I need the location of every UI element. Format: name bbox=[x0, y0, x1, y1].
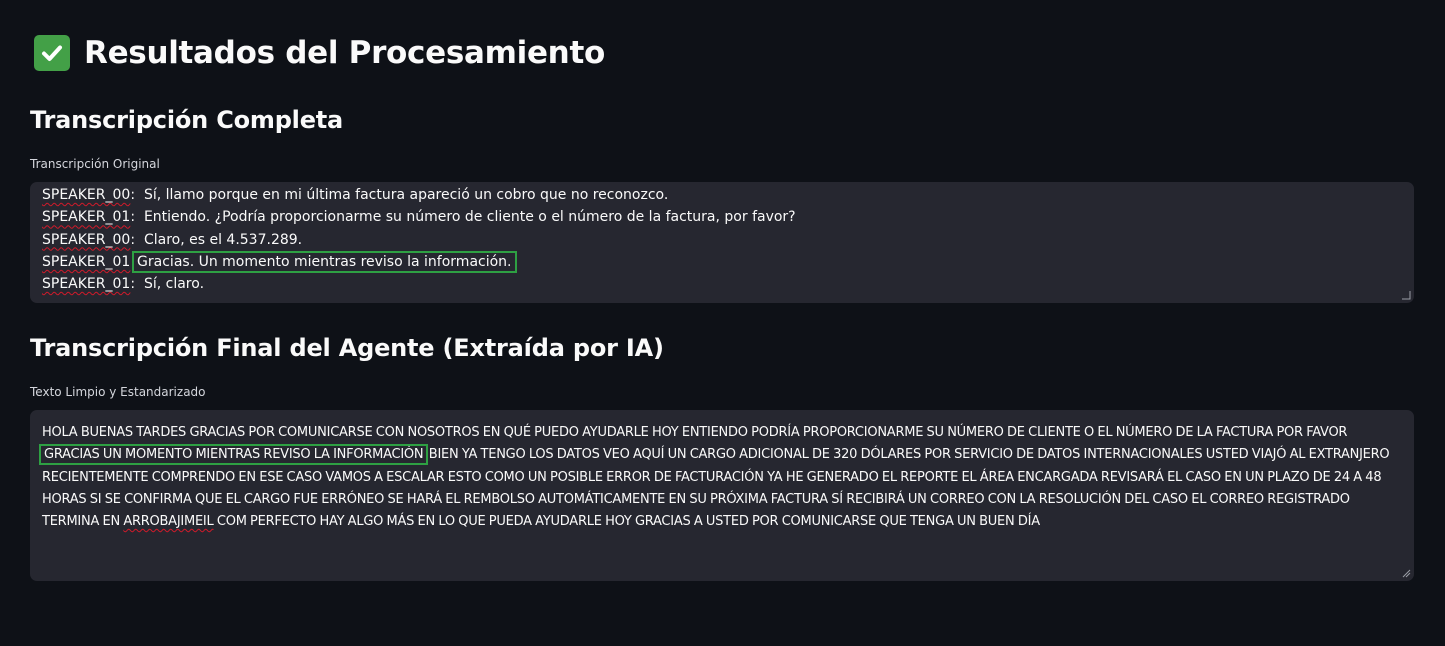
transcript-line-text: Entiendo. ¿Podría proporcionarme su núme… bbox=[143, 209, 796, 226]
speaker-label: SPEAKER_01 bbox=[42, 209, 131, 226]
speaker-label: SPEAKER_01 bbox=[42, 276, 131, 293]
agent-text-part: COM PERFECTO HAY ALGO MÁS EN LO QUE PUED… bbox=[213, 514, 1040, 530]
transcript-line-text: Sí, claro. bbox=[143, 276, 205, 293]
resize-handle-icon[interactable] bbox=[1401, 290, 1411, 300]
speaker-label: SPEAKER_01 bbox=[42, 253, 131, 270]
highlighted-transcript-text: Gracias. Un momento mientras reviso la i… bbox=[132, 250, 517, 273]
agent-field-label: Texto Limpio y Estandarizado bbox=[30, 385, 206, 399]
transcript-line-text: Claro, es el 4.537.289. bbox=[143, 231, 303, 248]
misspelled-word: ARROBAJIMEIL bbox=[123, 514, 214, 530]
transcript-line: SPEAKER_01: Gracias. Un momento mientras … bbox=[42, 250, 1402, 273]
transcript-line: SPEAKER_01: Entiendo. ¿Podría proporcion… bbox=[42, 206, 1402, 228]
original-transcription-textarea[interactable]: SPEAKER_00: Sí, llamo porque en mi últim… bbox=[30, 182, 1414, 303]
transcript-line: SPEAKER_00: Claro, es el 4.537.289. bbox=[42, 229, 1402, 251]
transcription-field-label: Transcripción Original bbox=[30, 157, 160, 171]
page-title-text: Resultados del Procesamiento bbox=[84, 35, 605, 71]
speaker-label: SPEAKER_00 bbox=[42, 187, 131, 203]
agent-clean-text-textarea[interactable]: HOLA BUENAS TARDES GRACIAS POR COMUNICAR… bbox=[30, 410, 1414, 581]
page-title: Resultados del Procesamiento bbox=[34, 30, 605, 76]
resize-handle-icon[interactable] bbox=[1401, 568, 1411, 578]
transcript-line: SPEAKER_00: Sí, llamo porque en mi últim… bbox=[42, 184, 1402, 206]
speaker-label: SPEAKER_00 bbox=[42, 231, 131, 248]
agent-clean-text: HOLA BUENAS TARDES GRACIAS POR COMUNICAR… bbox=[38, 422, 1402, 533]
highlighted-agent-text: GRACIAS UN MOMENTO MIENTRAS REVISO LA IN… bbox=[38, 444, 429, 466]
transcription-section-title: Transcripción Completa bbox=[30, 106, 344, 134]
check-mark-button-icon bbox=[34, 35, 70, 71]
agent-text-part: HOLA BUENAS TARDES GRACIAS POR COMUNICAR… bbox=[42, 425, 1348, 440]
transcript-line: SPEAKER_01: Sí, claro. bbox=[42, 273, 1402, 295]
transcript-line-text: Sí, llamo porque en mi última factura ap… bbox=[143, 187, 669, 203]
agent-section-title: Transcripción Final del Agente (Extraída… bbox=[30, 334, 664, 362]
transcript-lines: SPEAKER_00: Sí, llamo porque en mi últim… bbox=[42, 184, 1402, 295]
